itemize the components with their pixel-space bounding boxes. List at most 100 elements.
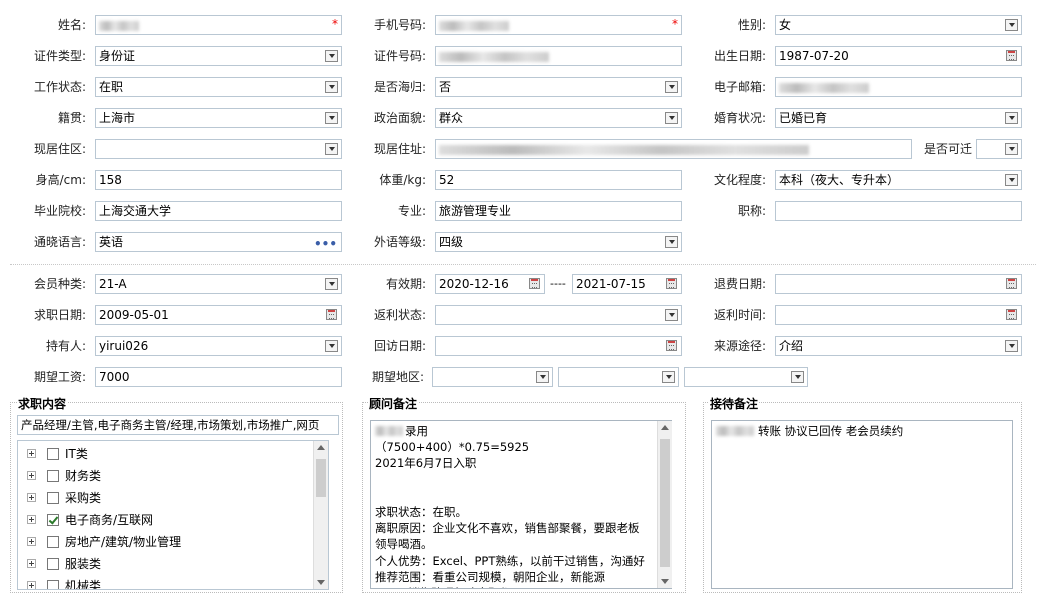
scroll-thumb[interactable] bbox=[316, 459, 326, 497]
chevron-down-icon[interactable] bbox=[325, 143, 338, 155]
title-label: 职称: bbox=[737, 204, 766, 218]
rebate-time-field[interactable] bbox=[775, 305, 1022, 325]
marital-value: 已婚已育 bbox=[779, 111, 828, 125]
email-field[interactable] bbox=[775, 77, 1022, 97]
id-number-field[interactable] bbox=[435, 46, 682, 66]
expand-icon[interactable] bbox=[27, 537, 36, 546]
scroll-down-icon[interactable] bbox=[661, 579, 669, 584]
chevron-down-icon[interactable] bbox=[665, 81, 678, 93]
expected-area-label: 期望地区: bbox=[371, 370, 424, 384]
weight-field[interactable]: 52 bbox=[435, 170, 682, 190]
job-content-summary[interactable]: 产品经理/主管,电子商务主管/经理,市场策划,市场推广,网页 bbox=[17, 415, 339, 435]
source-select[interactable]: 介绍 bbox=[775, 336, 1022, 356]
checkbox[interactable] bbox=[47, 492, 59, 504]
calendar-icon[interactable] bbox=[529, 278, 540, 289]
advisor-notes-scrollbar[interactable] bbox=[657, 421, 672, 588]
chevron-down-icon[interactable] bbox=[665, 112, 678, 124]
more-icon[interactable]: ••• bbox=[314, 235, 337, 251]
id-type-select[interactable]: 身份证 bbox=[95, 46, 342, 66]
chevron-down-icon[interactable] bbox=[1005, 19, 1018, 31]
title-field[interactable] bbox=[775, 201, 1022, 221]
lang-level-select[interactable]: 四级 bbox=[435, 232, 682, 252]
visit-date-field[interactable] bbox=[435, 336, 682, 356]
weight-label: 体重/kg: bbox=[379, 173, 426, 187]
expand-icon[interactable] bbox=[27, 515, 36, 524]
work-status-select[interactable]: 在职 bbox=[95, 77, 342, 97]
checkbox[interactable] bbox=[47, 536, 59, 548]
expected-area-select-3[interactable] bbox=[684, 367, 808, 387]
chevron-down-icon[interactable] bbox=[1005, 143, 1018, 155]
expand-icon[interactable] bbox=[27, 581, 36, 589]
job-category-tree[interactable]: IT类 财务类 采购类 电子商务/互联网 房地产/建筑/物业管理 服装类 机械类 bbox=[17, 440, 329, 590]
job-date-label: 求职日期: bbox=[33, 308, 86, 322]
refund-date-field[interactable] bbox=[775, 274, 1022, 294]
chevron-down-icon[interactable] bbox=[662, 371, 675, 383]
chevron-down-icon[interactable] bbox=[325, 50, 338, 62]
chevron-down-icon[interactable] bbox=[325, 112, 338, 124]
chevron-down-icon[interactable] bbox=[1005, 340, 1018, 352]
chevron-down-icon[interactable] bbox=[325, 340, 338, 352]
height-field[interactable]: 158 bbox=[95, 170, 342, 190]
expand-icon[interactable] bbox=[27, 471, 36, 480]
political-select[interactable]: 群众 bbox=[435, 108, 682, 128]
calendar-icon[interactable] bbox=[326, 309, 337, 320]
expand-icon[interactable] bbox=[27, 449, 36, 458]
school-field[interactable]: 上海交通大学 bbox=[95, 201, 342, 221]
education-select[interactable]: 本科（夜大、专升本） bbox=[775, 170, 1022, 190]
birth-date-label: 出生日期: bbox=[713, 49, 766, 63]
chevron-down-icon[interactable] bbox=[536, 371, 549, 383]
reception-notes-textarea[interactable]: 转账 协议已回传 老会员续约 bbox=[711, 420, 1013, 589]
calendar-icon[interactable] bbox=[1006, 278, 1017, 289]
relocatable-select[interactable] bbox=[976, 139, 1022, 159]
chevron-down-icon[interactable] bbox=[325, 278, 338, 290]
valid-end-field[interactable]: 2021-07-15 bbox=[572, 274, 682, 294]
name-label: 姓名: bbox=[57, 18, 86, 32]
marital-select[interactable]: 已婚已育 bbox=[775, 108, 1022, 128]
checkbox-checked[interactable] bbox=[47, 514, 59, 526]
expand-icon[interactable] bbox=[27, 493, 36, 502]
member-type-select[interactable]: 21-A bbox=[95, 274, 342, 294]
major-field[interactable]: 旅游管理专业 bbox=[435, 201, 682, 221]
chevron-down-icon[interactable] bbox=[1005, 174, 1018, 186]
job-date-field[interactable]: 2009-05-01 bbox=[95, 305, 342, 325]
checkbox[interactable] bbox=[47, 580, 59, 589]
chevron-down-icon[interactable] bbox=[791, 371, 804, 383]
checkbox[interactable] bbox=[47, 448, 59, 460]
phone-label: 手机号码: bbox=[373, 18, 426, 32]
advisor-notes-textarea[interactable]: 录用 （7500+400）*0.75=5925 2021年6月7日入职 求职状态… bbox=[370, 420, 672, 589]
expected-area-select-2[interactable] bbox=[558, 367, 679, 387]
returnee-select[interactable]: 否 bbox=[435, 77, 682, 97]
expected-salary-field[interactable]: 7000 bbox=[95, 367, 342, 387]
tree-item-label: 房地产/建筑/物业管理 bbox=[65, 535, 182, 549]
scroll-thumb[interactable] bbox=[660, 439, 670, 567]
holder-select[interactable]: yirui026 bbox=[95, 336, 342, 356]
language-field[interactable]: 英语 ••• bbox=[95, 232, 342, 252]
chevron-down-icon[interactable] bbox=[665, 309, 678, 321]
tree-scrollbar[interactable] bbox=[313, 441, 328, 589]
scroll-down-icon[interactable] bbox=[317, 580, 325, 585]
chevron-down-icon[interactable] bbox=[325, 81, 338, 93]
chevron-down-icon[interactable] bbox=[1005, 112, 1018, 124]
calendar-icon[interactable] bbox=[666, 340, 677, 351]
expected-area-select-1[interactable] bbox=[432, 367, 553, 387]
birth-date-field[interactable]: 1987-07-20 bbox=[775, 46, 1022, 66]
current-address-field[interactable] bbox=[435, 139, 912, 159]
scroll-up-icon[interactable] bbox=[317, 445, 325, 450]
name-field[interactable]: * bbox=[95, 15, 342, 35]
calendar-icon[interactable] bbox=[666, 278, 677, 289]
calendar-icon[interactable] bbox=[1006, 50, 1017, 61]
expand-icon[interactable] bbox=[27, 559, 36, 568]
calendar-icon[interactable] bbox=[1006, 309, 1017, 320]
current-address-label: 现居住址: bbox=[373, 142, 426, 156]
current-area-select[interactable] bbox=[95, 139, 342, 159]
checkbox[interactable] bbox=[47, 470, 59, 482]
gender-select[interactable]: 女 bbox=[775, 15, 1022, 35]
chevron-down-icon[interactable] bbox=[665, 236, 678, 248]
phone-field[interactable]: * bbox=[435, 15, 682, 35]
native-place-select[interactable]: 上海市 bbox=[95, 108, 342, 128]
checkbox[interactable] bbox=[47, 558, 59, 570]
valid-start-field[interactable]: 2020-12-16 bbox=[435, 274, 545, 294]
scroll-up-icon[interactable] bbox=[661, 425, 669, 430]
member-type-label: 会员种类: bbox=[33, 277, 86, 291]
rebate-status-select[interactable] bbox=[435, 305, 682, 325]
